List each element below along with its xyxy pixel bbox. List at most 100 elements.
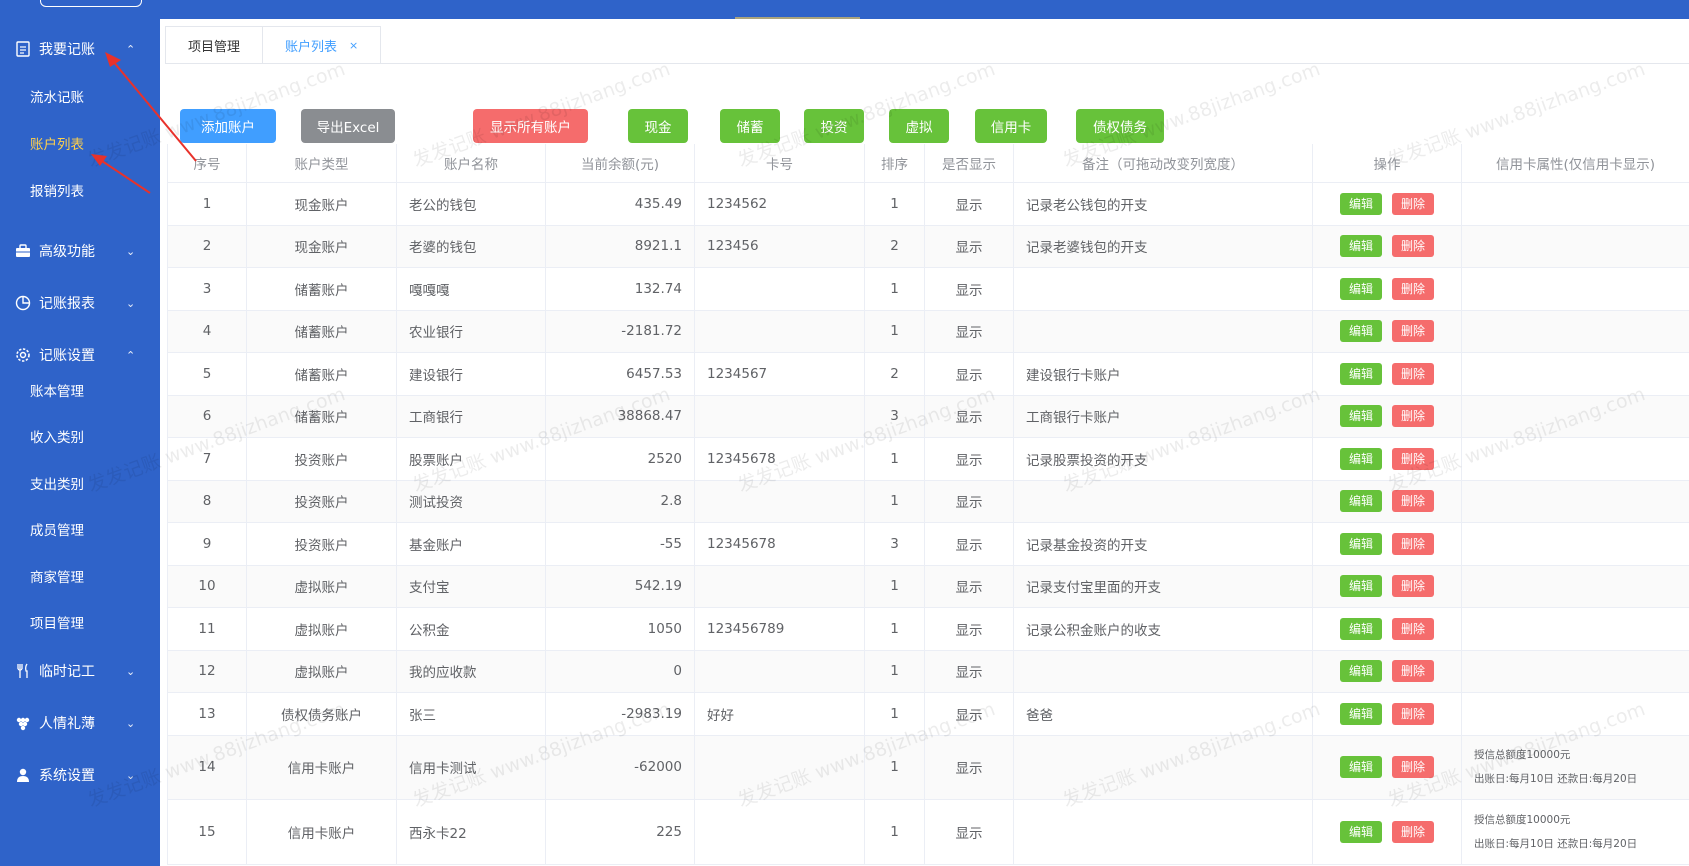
filter-debt-button[interactable]: 债权债务 [1076, 109, 1164, 143]
delete-button[interactable]: 删除 [1392, 660, 1435, 683]
close-icon[interactable]: × [349, 39, 358, 52]
edit-button[interactable]: 编辑 [1339, 277, 1382, 300]
delete-button[interactable]: 删除 [1392, 575, 1435, 598]
column-header[interactable]: 备注（可拖动改变列宽度） [1013, 144, 1313, 183]
cell-balance: 132.74 [545, 267, 695, 311]
cell-actions: 编辑 删除 [1312, 437, 1462, 481]
edit-button[interactable]: 编辑 [1339, 320, 1382, 343]
credit-dates: 出账日:每月10日 还款日:每月20日 [1474, 837, 1638, 850]
tab-project-management[interactable]: 项目管理 [165, 26, 264, 64]
add-account-button[interactable]: 添加账户 [180, 109, 276, 143]
delete-button[interactable]: 删除 [1392, 405, 1435, 428]
tab-account-list[interactable]: 账户列表 × [263, 26, 382, 64]
menu-item-account-list[interactable]: 账户列表 [30, 131, 84, 155]
cell-credit-attributes: 授信总额度10000元 出账日:每月10日 还款日:每月20日 [1461, 734, 1689, 800]
cell-card [694, 309, 865, 353]
delete-button[interactable]: 删除 [1392, 756, 1435, 779]
cell-type: 信用卡账户 [246, 734, 397, 800]
delete-button[interactable]: 删除 [1392, 447, 1435, 470]
export-excel-button[interactable]: 导出Excel [301, 109, 395, 143]
delete-button[interactable]: 删除 [1392, 235, 1435, 258]
delete-button[interactable]: 删除 [1392, 362, 1435, 385]
edit-button[interactable]: 编辑 [1339, 702, 1382, 725]
delete-button[interactable]: 删除 [1392, 490, 1435, 513]
edit-button[interactable]: 编辑 [1339, 756, 1382, 779]
cell-credit-attributes [1461, 479, 1689, 523]
chevron-down-icon: ⌄ [126, 716, 136, 730]
cell-type: 储蓄账户 [246, 267, 397, 311]
edit-button[interactable]: 编辑 [1339, 447, 1382, 470]
cell-no: 13 [167, 692, 247, 736]
show-all-accounts-button[interactable]: 显示所有账户 [473, 109, 588, 143]
cell-show: 显示 [924, 799, 1014, 865]
column-header: 操作 [1312, 144, 1462, 183]
edit-button[interactable]: 编辑 [1339, 362, 1382, 385]
menu-item-projects[interactable]: 项目管理 [30, 610, 84, 634]
cell-credit-attributes [1461, 267, 1689, 311]
cell-note: 记录支付宝里面的开支 [1013, 564, 1313, 608]
menu-item-members[interactable]: 成员管理 [30, 517, 84, 541]
cell-show: 显示 [924, 267, 1014, 311]
menu-system[interactable]: 系统设置 ⌄ [0, 760, 160, 790]
cell-actions: 编辑 删除 [1312, 564, 1462, 608]
cell-balance: 225 [545, 799, 695, 865]
cell-order: 1 [864, 564, 925, 608]
delete-button[interactable]: 删除 [1392, 702, 1435, 725]
edit-button[interactable]: 编辑 [1339, 575, 1382, 598]
cell-note [1013, 479, 1313, 523]
cell-actions: 编辑 删除 [1312, 479, 1462, 523]
edit-button[interactable]: 编辑 [1339, 235, 1382, 258]
menu-item-ledgers[interactable]: 账本管理 [30, 378, 84, 402]
column-header: 当前余额(元) [545, 144, 695, 183]
cell-card: 1234562 [694, 182, 865, 226]
menu-bookkeeping[interactable]: 我要记账 ⌃ [0, 34, 160, 64]
cell-no: 14 [167, 734, 247, 800]
menu-settings[interactable]: 记账设置 ⌃ [0, 340, 160, 370]
cell-name: 我的应收款 [396, 649, 546, 693]
filter-credit-card-button[interactable]: 信用卡 [975, 109, 1047, 143]
cell-actions: 编辑 删除 [1312, 692, 1462, 736]
filter-cash-button[interactable]: 现金 [628, 109, 688, 143]
edit-button[interactable]: 编辑 [1339, 820, 1382, 843]
delete-button[interactable]: 删除 [1392, 192, 1435, 215]
menu-item-expense-categories[interactable]: 支出类别 [30, 471, 84, 495]
delete-button[interactable]: 删除 [1392, 820, 1435, 843]
cell-type: 虚拟账户 [246, 607, 397, 651]
menu-item-income-categories[interactable]: 收入类别 [30, 424, 84, 448]
edit-button[interactable]: 编辑 [1339, 532, 1382, 555]
cell-card: 好好 [694, 692, 865, 736]
edit-button[interactable]: 编辑 [1339, 617, 1382, 640]
chevron-up-icon: ⌃ [126, 348, 136, 362]
cell-name: 嘎嘎嘎 [396, 267, 546, 311]
menu-item-merchants[interactable]: 商家管理 [30, 564, 84, 588]
menu-gifts[interactable]: 人情礼薄 ⌄ [0, 708, 160, 738]
menu-temp-work[interactable]: 临时记工 ⌄ [0, 656, 160, 686]
edit-button[interactable]: 编辑 [1339, 660, 1382, 683]
delete-button[interactable]: 删除 [1392, 532, 1435, 555]
edit-button[interactable]: 编辑 [1339, 405, 1382, 428]
delete-button[interactable]: 删除 [1392, 320, 1435, 343]
cell-show: 显示 [924, 564, 1014, 608]
menu-item-reimbursement[interactable]: 报销列表 [30, 178, 84, 202]
cell-actions: 编辑 删除 [1312, 309, 1462, 353]
cell-show: 显示 [924, 734, 1014, 800]
cell-balance: 38868.47 [545, 394, 695, 438]
filter-investment-button[interactable]: 投资 [804, 109, 864, 143]
cell-credit-attributes [1461, 309, 1689, 353]
menu-advanced[interactable]: 高级功能 ⌄ [0, 236, 160, 266]
cell-no: 9 [167, 522, 247, 566]
cell-actions: 编辑 删除 [1312, 182, 1462, 226]
cell-order: 1 [864, 734, 925, 800]
grapes-icon [14, 714, 32, 732]
filter-savings-button[interactable]: 储蓄 [720, 109, 780, 143]
cell-balance: -55 [545, 522, 695, 566]
delete-button[interactable]: 删除 [1392, 277, 1435, 300]
menu-item-journal[interactable]: 流水记账 [30, 84, 84, 108]
menu-reports[interactable]: 记账报表 ⌄ [0, 288, 160, 318]
cell-no: 7 [167, 437, 247, 481]
edit-button[interactable]: 编辑 [1339, 490, 1382, 513]
cell-order: 1 [864, 309, 925, 353]
filter-virtual-button[interactable]: 虚拟 [889, 109, 949, 143]
delete-button[interactable]: 删除 [1392, 617, 1435, 640]
edit-button[interactable]: 编辑 [1339, 192, 1382, 215]
